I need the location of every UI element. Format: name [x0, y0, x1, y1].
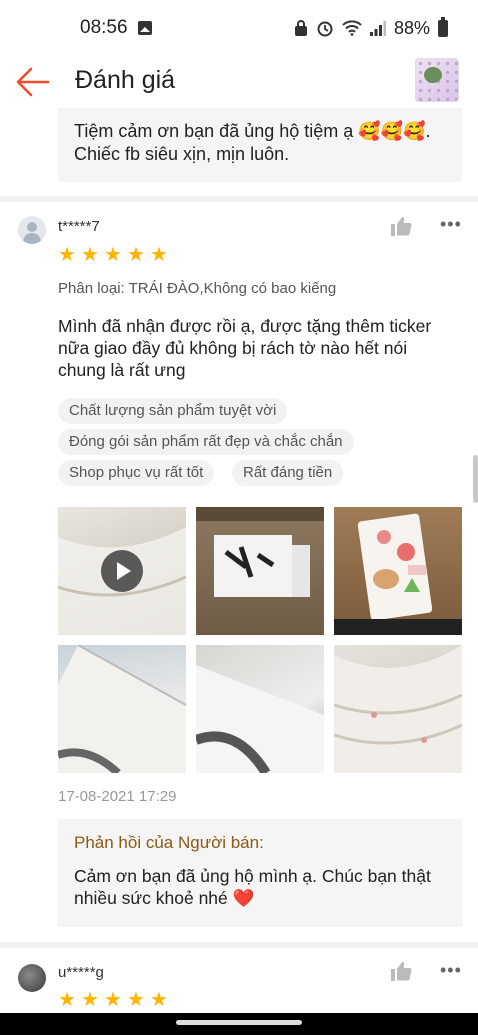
star-icon: ★ [58, 244, 76, 266]
scrollbar[interactable] [473, 455, 478, 503]
star-icon: ★ [81, 244, 99, 266]
more-options-icon[interactable]: ••• [440, 215, 461, 239]
star-icon: ★ [58, 989, 76, 1011]
reviewer-username: u*****g [58, 964, 104, 981]
review-video-thumbnail[interactable] [58, 507, 186, 635]
review-card: u*****g ••• ★ ★ ★ ★ ★ [0, 948, 478, 1013]
status-bar: 08:56 88% [0, 0, 478, 56]
star-icon: ★ [127, 989, 145, 1011]
thumbs-up-icon[interactable] [390, 960, 412, 982]
lock-icon [294, 20, 307, 36]
review-tag: Đóng gói sản phẩm rất đẹp và chắc chắn [58, 429, 354, 455]
star-icon: ★ [104, 244, 122, 266]
back-arrow-icon[interactable] [16, 66, 50, 98]
star-icon: ★ [81, 989, 99, 1011]
shop-product-thumbnail[interactable] [415, 58, 459, 102]
review-photo[interactable] [196, 645, 324, 773]
seller-reply-title: Phản hồi của Người bán: [74, 833, 264, 852]
review-timestamp: 17-08-2021 17:29 [58, 788, 177, 805]
review-text: Mình đã nhận được rồi ạ, được tặng thêm … [58, 316, 432, 380]
review-card: t*****7 ••• ★ ★ ★ ★ ★ Phân loại: TRÁI ĐÀ… [0, 202, 478, 942]
review-tag: Shop phục vụ rất tốt [58, 460, 215, 486]
reviewer-username: t*****7 [58, 218, 100, 235]
signal-icon [369, 20, 386, 36]
home-gesture-handle[interactable] [176, 1020, 302, 1025]
review-photo[interactable] [334, 645, 462, 773]
status-time: 08:56 [80, 17, 128, 38]
review-photo[interactable] [196, 507, 324, 635]
avatar[interactable] [18, 216, 46, 244]
review-photo[interactable] [334, 507, 462, 635]
previous-seller-reply: Tiệm cảm ơn bạn đã ủng hộ tiệm ạ 🥰🥰🥰. Ch… [58, 108, 462, 182]
page-title: Đánh giá [75, 66, 176, 94]
review-tag: Rất đáng tiền [232, 460, 344, 486]
more-options-icon[interactable]: ••• [440, 961, 461, 985]
star-rating: ★ ★ ★ ★ ★ [58, 244, 169, 266]
star-icon: ★ [127, 244, 145, 266]
star-icon: ★ [104, 989, 122, 1011]
product-variation: Phân loại: TRÁI ĐÀO,Không có bao kiếng [58, 280, 337, 297]
avatar[interactable] [18, 964, 46, 992]
system-nav-bar [0, 1013, 478, 1035]
review-tag: Chất lượng sản phẩm tuyệt vời [58, 398, 288, 424]
wifi-icon [342, 20, 362, 36]
seller-reply-text: Cảm ơn bạn đã ủng hộ mình ạ. Chúc bạn th… [74, 865, 446, 909]
thumbs-up-icon[interactable] [390, 215, 412, 237]
play-icon[interactable] [101, 550, 143, 592]
seller-reply: Phản hồi của Người bán: Cảm ơn bạn đã ủn… [58, 819, 462, 927]
heart-emoji: ❤️ [232, 888, 255, 908]
alarm-icon [317, 21, 333, 37]
star-icon: ★ [150, 244, 168, 266]
battery-icon [438, 16, 448, 37]
app-header: Đánh giá [0, 56, 478, 108]
star-icon: ★ [150, 989, 168, 1011]
review-photo[interactable] [58, 645, 186, 773]
gallery-notification-icon [137, 21, 152, 35]
star-rating: ★ ★ ★ ★ ★ [58, 989, 169, 1011]
battery-percent: 88% [393, 17, 430, 38]
